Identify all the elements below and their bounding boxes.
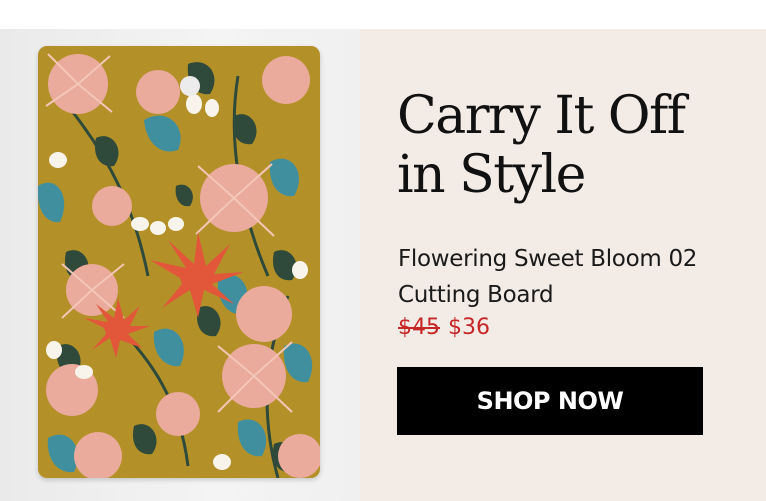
product-name-line-2: Cutting Board bbox=[398, 282, 554, 308]
shop-now-button[interactable]: SHOP NOW bbox=[397, 367, 703, 435]
headline-line-1: Carry It Off bbox=[397, 86, 686, 146]
cutting-board-image[interactable] bbox=[38, 46, 320, 478]
promo-headline: Carry It Off in Style bbox=[397, 86, 686, 205]
promo-banner: Carry It Off in Style Flowering Sweet Bl… bbox=[0, 29, 766, 501]
product-name-line-1: Flowering Sweet Bloom 02 bbox=[398, 246, 698, 272]
headline-line-2: in Style bbox=[397, 145, 586, 205]
product-photo-panel bbox=[0, 29, 360, 501]
sale-price: $36 bbox=[448, 315, 490, 340]
product-name[interactable]: Flowering Sweet Bloom 02 Cutting Board bbox=[398, 241, 697, 313]
price-row: $45 $36 bbox=[398, 313, 490, 343]
promo-content: Carry It Off in Style Flowering Sweet Bl… bbox=[397, 29, 737, 501]
original-price: $45 bbox=[398, 315, 440, 340]
